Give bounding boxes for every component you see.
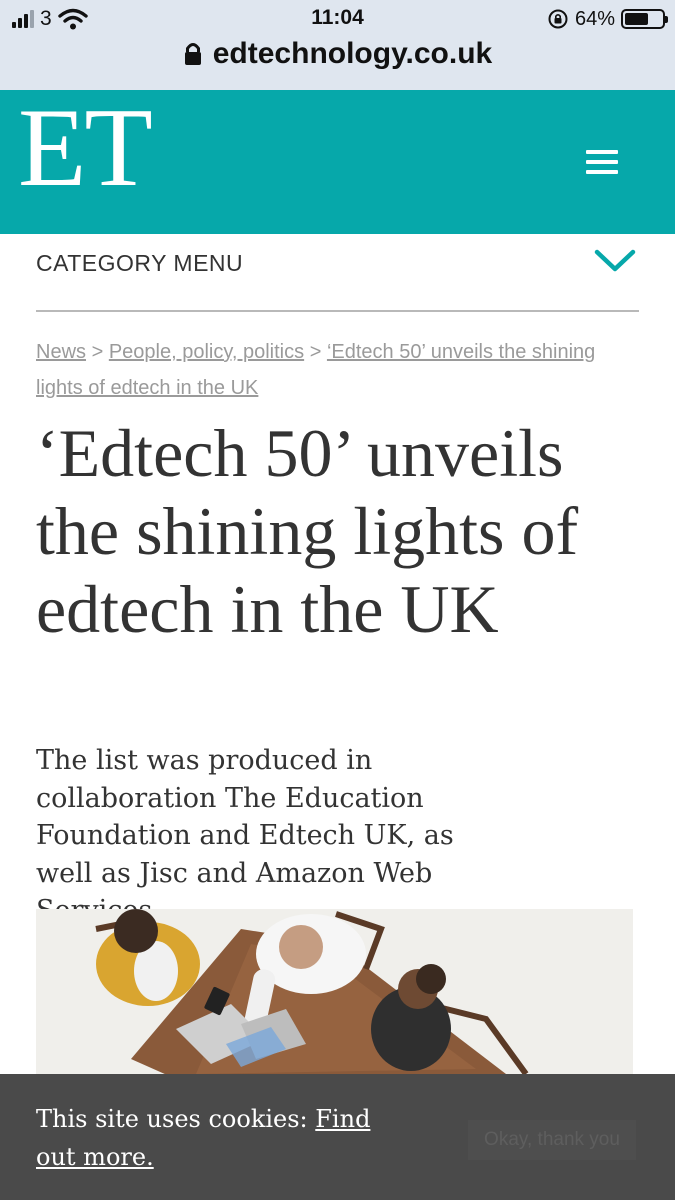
site-logo[interactable]: ET <box>18 92 153 204</box>
article-image <box>36 909 633 1079</box>
article-photo <box>36 909 633 1079</box>
cookie-accept-button[interactable]: Okay, thank you <box>468 1120 636 1160</box>
category-menu[interactable]: CATEGORY MENU <box>36 234 639 312</box>
article-headline: ‘Edtech 50’ unveils the shining lights o… <box>36 415 579 647</box>
site-header: ET <box>0 90 675 234</box>
breadcrumb: News > People, policy, politics > ‘Edtec… <box>36 334 636 406</box>
breadcrumb-link-people-policy-politics[interactable]: People, policy, politics <box>109 341 304 363</box>
hamburger-menu-icon[interactable] <box>586 150 618 174</box>
address-bar[interactable]: edtechnology.co.uk <box>0 36 675 72</box>
cookie-message: This site uses cookies: Find out more. <box>36 1100 396 1176</box>
status-right: 64% <box>547 6 668 32</box>
breadcrumb-link-news[interactable]: News <box>36 341 86 363</box>
battery-icon <box>621 9 668 29</box>
chevron-down-icon[interactable] <box>593 244 637 276</box>
battery-percent: 64% <box>574 7 615 30</box>
cookie-text: This site uses cookies: <box>36 1105 316 1133</box>
breadcrumb-separator: > <box>91 341 104 363</box>
battery-level-fill <box>625 13 649 25</box>
orientation-lock-icon <box>548 9 568 29</box>
cookie-banner: This site uses cookies: Find out more. O… <box>0 1074 675 1200</box>
lock-icon <box>184 43 201 65</box>
category-menu-label[interactable]: CATEGORY MENU <box>36 250 243 277</box>
status-bar: 3 11:04 64% edtechnology.co.uk <box>0 0 675 90</box>
article-standfirst: The list was produced in collaboration T… <box>36 745 454 926</box>
url-text[interactable]: edtechnology.co.uk <box>213 37 492 71</box>
breadcrumb-separator: > <box>309 341 322 363</box>
